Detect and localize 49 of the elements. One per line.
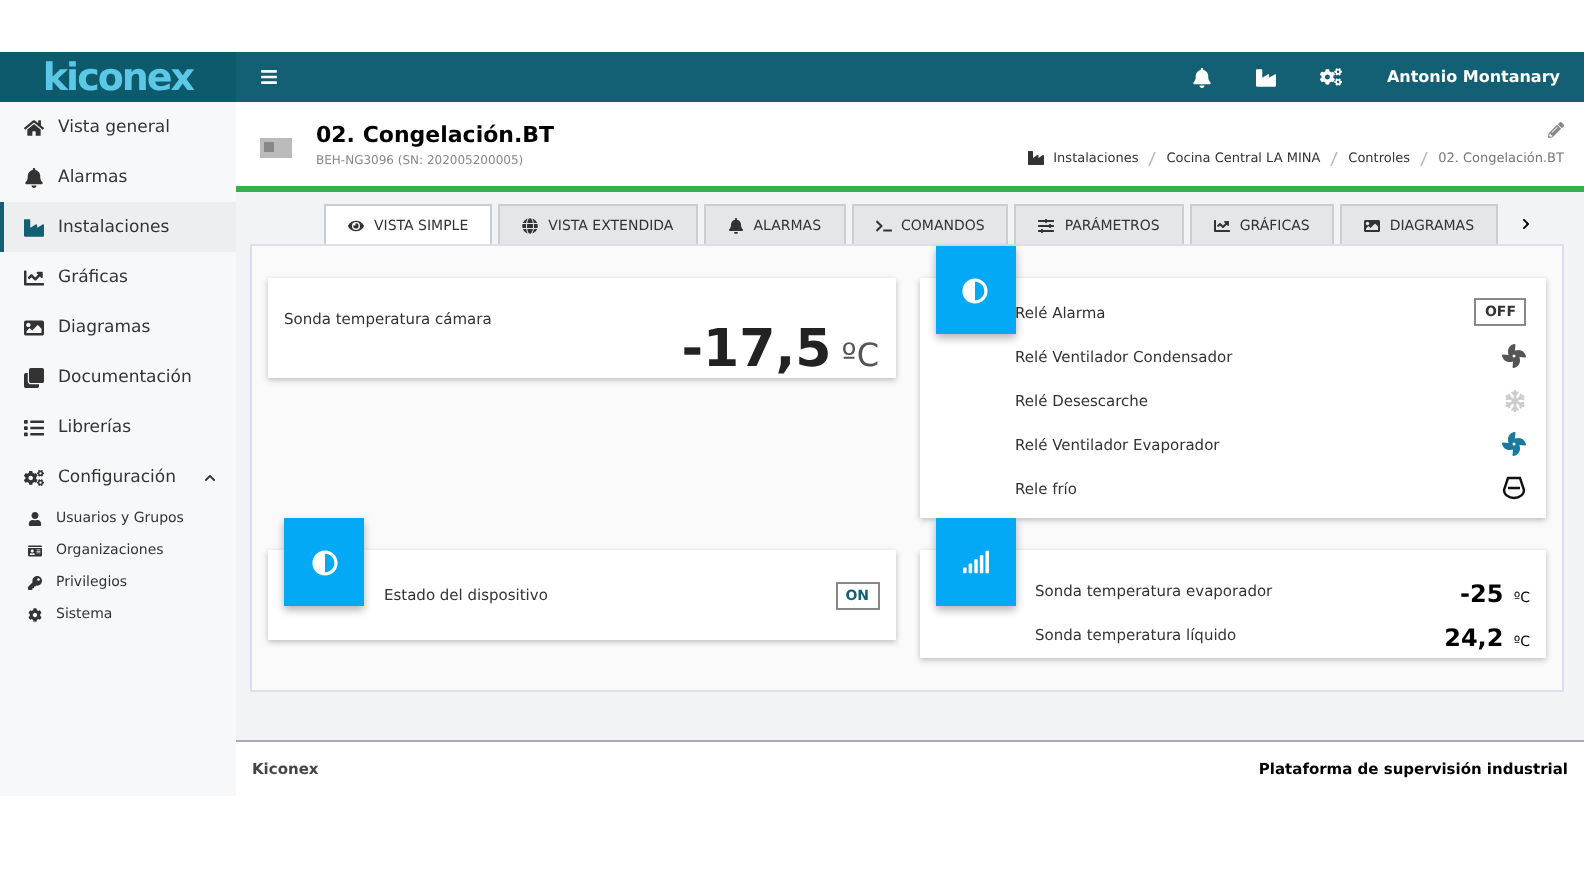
menu-icon[interactable] xyxy=(260,68,278,86)
factory-icon[interactable] xyxy=(1256,67,1277,87)
chevron-icon[interactable] xyxy=(204,471,216,483)
sidebar-item[interactable]: Diagramas xyxy=(0,302,236,352)
user-icon xyxy=(28,511,42,525)
key-icon xyxy=(28,575,42,589)
probe-value: -25 xyxy=(1460,579,1504,607)
compressor-icon xyxy=(1502,476,1526,500)
user-name[interactable]: Antonio Montanary xyxy=(1386,68,1560,86)
chart-icon xyxy=(1213,217,1230,233)
probe-value: 24,2 xyxy=(1444,623,1504,651)
contrast-icon xyxy=(311,549,337,575)
factory-icon xyxy=(24,217,44,237)
settings-icon xyxy=(28,607,42,621)
signal-icon xyxy=(961,548,989,576)
chevron-icon[interactable] xyxy=(1520,218,1533,230)
id-card-icon xyxy=(28,543,42,557)
globe-icon xyxy=(522,217,539,233)
slash-separator-icon xyxy=(1148,151,1157,165)
factory-icon xyxy=(1027,150,1044,166)
sidebar-item[interactable]: Documentación xyxy=(0,352,236,402)
sidebar-item[interactable]: Vista general xyxy=(0,102,236,152)
slash-separator-icon xyxy=(1330,151,1339,165)
settings-icon[interactable] xyxy=(1320,66,1343,88)
terminal-icon xyxy=(875,217,892,233)
settings-icon xyxy=(24,467,44,487)
bell-icon xyxy=(24,167,44,187)
sidebar-item[interactable]: Configuración xyxy=(0,452,236,502)
sliders-icon xyxy=(1038,217,1055,233)
bell-icon[interactable] xyxy=(1192,67,1213,87)
probe-value: -17,5 xyxy=(681,320,832,380)
image-icon xyxy=(1363,217,1380,233)
sidebar-item[interactable]: Instalaciones xyxy=(0,202,236,252)
logo: kiconex xyxy=(0,52,236,102)
home-icon xyxy=(24,117,44,137)
sidebar-item[interactable]: Librerías xyxy=(0,402,236,452)
device-title: 02. Congelación.BT xyxy=(316,121,555,147)
chart-icon xyxy=(24,267,44,287)
sidebar-item[interactable]: Alarmas xyxy=(0,152,236,202)
unit: ºC xyxy=(841,336,879,374)
slash-separator-icon xyxy=(1420,151,1429,165)
eye-icon xyxy=(348,217,364,233)
documents-icon xyxy=(24,367,44,387)
sidebar-item[interactable]: Gráficas xyxy=(0,252,236,302)
contrast-icon xyxy=(962,277,988,303)
list-icon xyxy=(24,417,44,437)
edit-icon[interactable] xyxy=(1548,122,1564,138)
bell-icon xyxy=(727,217,744,233)
image-icon xyxy=(24,317,44,337)
